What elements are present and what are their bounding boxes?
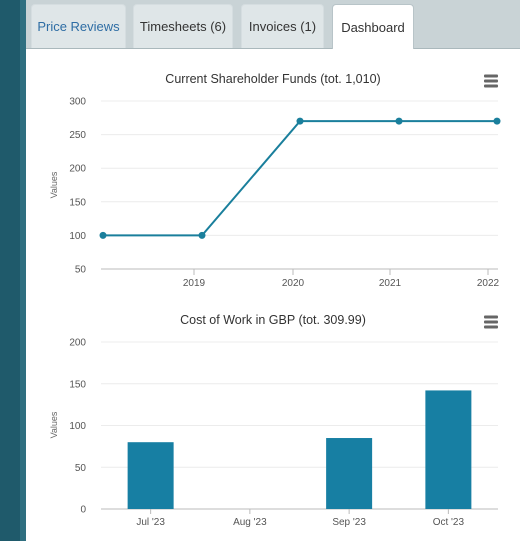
data-point[interactable]	[296, 117, 304, 125]
bar-jul23[interactable]	[127, 442, 174, 509]
x-tick-label: Jul '23	[136, 517, 165, 528]
shareholder-funds-chart: Current Shareholder Funds (tot. 1,010) Va…	[49, 72, 501, 289]
menu-bar	[484, 315, 498, 319]
hamburger-menu-icon[interactable]	[484, 315, 498, 329]
menu-bar	[484, 325, 498, 329]
tab-bar: Price Reviews Timesheets (6) Invoices (1…	[26, 0, 520, 49]
y-tick-label: 100	[69, 231, 86, 242]
y-tick-label: 50	[75, 463, 87, 474]
x-tick-label: 2020	[282, 278, 305, 289]
y-tick-label: 200	[69, 164, 86, 175]
y-tick-label: 0	[80, 505, 86, 516]
y-tick-label: 250	[69, 130, 86, 141]
x-tick-label: 2022	[477, 278, 500, 289]
y-tick-label: 150	[69, 197, 86, 208]
tab-timesheets[interactable]: Timesheets (6)	[133, 4, 233, 48]
bar-sep23[interactable]	[326, 438, 373, 509]
tab-invoices[interactable]: Invoices (1)	[241, 4, 324, 48]
x-tick-label: Sep '23	[332, 517, 366, 528]
data-point[interactable]	[493, 117, 501, 125]
data-point[interactable]	[198, 231, 206, 239]
y-tick-label: 200	[69, 338, 86, 349]
tab-dashboard[interactable]: Dashboard	[332, 4, 414, 49]
cost-of-work-chart: Cost of Work in GBP (tot. 309.99) Values 2…	[49, 313, 498, 528]
series-line	[103, 120, 497, 237]
x-tick-label: 2021	[379, 278, 402, 289]
menu-bar	[484, 84, 498, 88]
menu-bar	[484, 79, 498, 83]
bar-oct23[interactable]	[425, 390, 472, 509]
tab-price-reviews[interactable]: Price Reviews	[31, 4, 126, 48]
hamburger-menu-icon[interactable]	[484, 74, 498, 88]
y-tick-label: 50	[75, 265, 87, 276]
data-point[interactable]	[99, 231, 107, 239]
dashboard-content: Current Shareholder Funds (tot. 1,010) Va…	[26, 49, 520, 541]
x-tick-label: 2019	[183, 278, 206, 289]
menu-bar	[484, 320, 498, 324]
y-tick-label: 300	[69, 97, 86, 108]
chart-title: Cost of Work in GBP (tot. 309.99)	[180, 313, 366, 327]
menu-bar	[484, 74, 498, 78]
app-sidebar-edge	[0, 0, 20, 541]
chart-title: Current Shareholder Funds (tot. 1,010)	[165, 72, 380, 86]
y-tick-label: 100	[69, 421, 86, 432]
data-point[interactable]	[395, 117, 403, 125]
x-tick-label: Aug '23	[233, 517, 267, 528]
y-axis-label: Values	[49, 411, 59, 438]
x-tick-label: Oct '23	[433, 517, 465, 528]
y-axis-label: Values	[49, 171, 59, 198]
y-tick-label: 150	[69, 379, 86, 390]
